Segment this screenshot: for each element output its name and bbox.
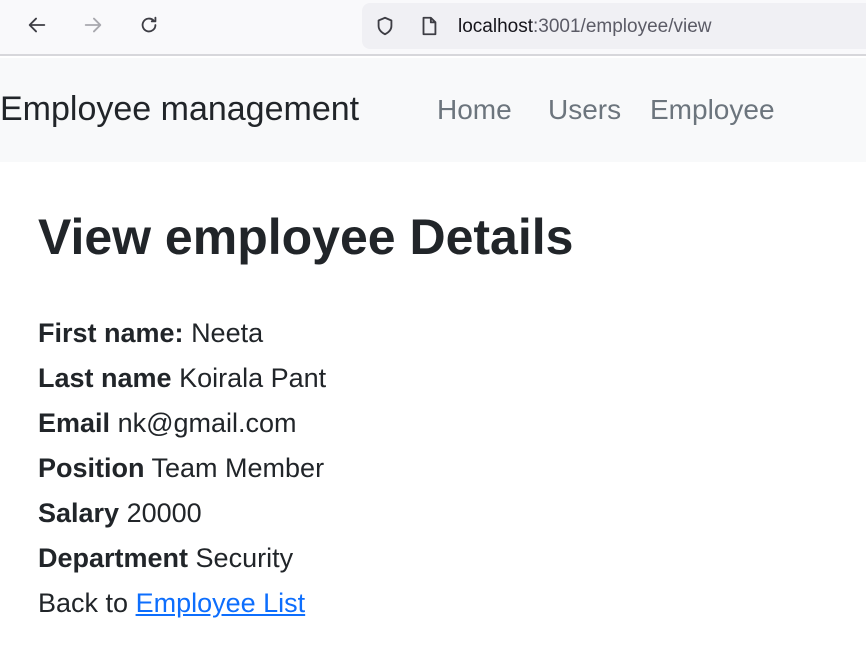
- url-path: :3001/employee/view: [533, 16, 712, 37]
- detail-label: Department: [38, 543, 189, 573]
- page-icon[interactable]: [418, 15, 440, 37]
- detail-last-name: Last name Koirala Pant: [38, 365, 326, 392]
- detail-department: Department Security: [38, 545, 293, 572]
- nav-link-home[interactable]: Home: [437, 96, 512, 124]
- detail-label: Email: [38, 408, 111, 438]
- detail-first-name: First name: Neeta: [38, 320, 263, 347]
- detail-position: Position Team Member: [38, 455, 324, 482]
- detail-email: Email nk@gmail.com: [38, 410, 297, 437]
- reload-icon[interactable]: [134, 10, 164, 40]
- nav-link-users[interactable]: Users: [548, 96, 621, 124]
- back-row: Back to Employee List: [38, 590, 305, 617]
- nav-link-employee[interactable]: Employee: [650, 96, 775, 124]
- address-bar[interactable]: localhost:3001/employee/view: [362, 3, 866, 49]
- back-prefix: Back to: [38, 588, 129, 618]
- detail-value: 20000: [126, 498, 202, 528]
- detail-salary: Salary 20000: [38, 500, 202, 527]
- detail-label: First name:: [38, 318, 184, 348]
- detail-value: nk@gmail.com: [117, 408, 297, 438]
- back-arrow-icon[interactable]: [22, 10, 52, 40]
- app-navbar: Employee management Home Users Employee: [0, 58, 866, 162]
- page-title: View employee Details: [38, 209, 574, 265]
- url-host: localhost: [458, 16, 533, 37]
- detail-value: Neeta: [191, 318, 264, 348]
- url-text[interactable]: localhost:3001/employee/view: [458, 16, 712, 38]
- browser-toolbar: localhost:3001/employee/view: [0, 0, 866, 56]
- detail-label: Salary: [38, 498, 120, 528]
- shield-icon[interactable]: [374, 15, 396, 37]
- detail-value: Koirala Pant: [179, 363, 327, 393]
- detail-value: Security: [195, 543, 294, 573]
- brand-link[interactable]: Employee management: [0, 92, 359, 126]
- detail-label: Last name: [38, 363, 172, 393]
- detail-value: Team Member: [151, 453, 325, 483]
- employee-list-link[interactable]: Employee List: [136, 588, 306, 618]
- detail-label: Position: [38, 453, 145, 483]
- forward-arrow-icon[interactable]: [78, 10, 108, 40]
